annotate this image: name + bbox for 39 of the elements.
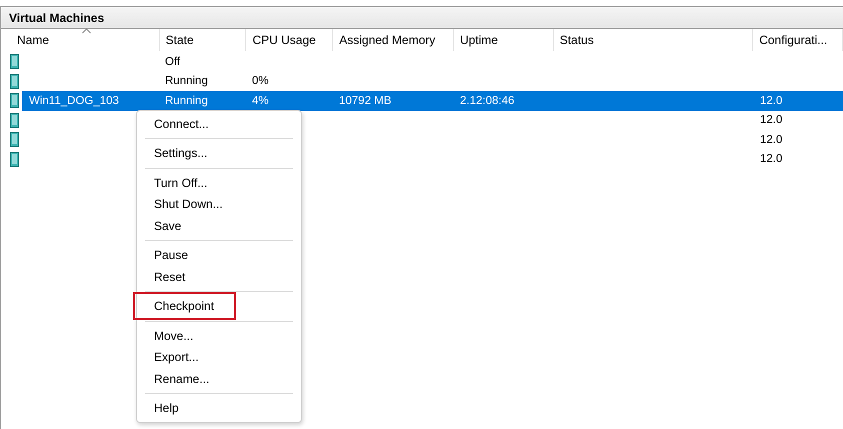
menu-item[interactable]: Rename... (135, 366, 230, 391)
column-header[interactable]: CPU Usage (246, 29, 334, 51)
table-cell-text: 12.0 (759, 113, 784, 128)
table-cell-text: 4% (251, 94, 270, 109)
server-icon (10, 132, 19, 148)
column-header[interactable]: Uptime (454, 29, 554, 51)
table-cell-text: Running (164, 74, 209, 90)
menu-item[interactable]: Shut Down... (135, 192, 243, 216)
column-header[interactable]: Configurati... (753, 29, 843, 51)
table-cell-text: 2.12:08:46 (459, 94, 516, 109)
menu-item[interactable]: Reset (135, 264, 206, 289)
server-icon (10, 112, 19, 128)
menu-item[interactable]: Turn Off... (135, 170, 228, 195)
menu-item[interactable]: Help (135, 396, 199, 420)
menu-item[interactable]: Save (135, 214, 202, 238)
table-cell-text: 10792 MB (338, 94, 392, 109)
column-header[interactable]: State (160, 29, 246, 51)
table-cell-text: Off (164, 54, 182, 70)
menu-item[interactable]: Checkpoint (135, 294, 234, 318)
table-cell-text: 0% (251, 74, 270, 90)
server-icon (10, 74, 19, 89)
table-cell-text: Win11_DOG_103 (28, 94, 120, 109)
column-header[interactable]: Status (554, 29, 754, 51)
server-icon (10, 93, 19, 108)
server-icon (10, 152, 19, 167)
selected-row[interactable]: Win11_DOG_103 Running 4% 10792 MB 2.12:08:46 12.0 (22, 91, 843, 110)
menu-item[interactable]: Move... (135, 324, 214, 348)
table-cell-text: 12.0 (759, 94, 784, 109)
server-icon (10, 54, 19, 70)
table-cell-text: 12.0 (759, 152, 784, 168)
menu-item[interactable]: Settings... (135, 141, 228, 166)
menu-item[interactable]: Connect... (135, 112, 229, 136)
menu-item[interactable]: Export... (135, 345, 219, 370)
column-header[interactable]: Assigned Memory (333, 29, 454, 51)
table-cell-text: 12.0 (759, 132, 784, 148)
table-cell-text: Running (164, 94, 209, 109)
menu-item[interactable]: Pause (135, 243, 208, 268)
panel-title: Virtual Machines (9, 10, 104, 24)
column-header[interactable]: Name (11, 29, 160, 51)
